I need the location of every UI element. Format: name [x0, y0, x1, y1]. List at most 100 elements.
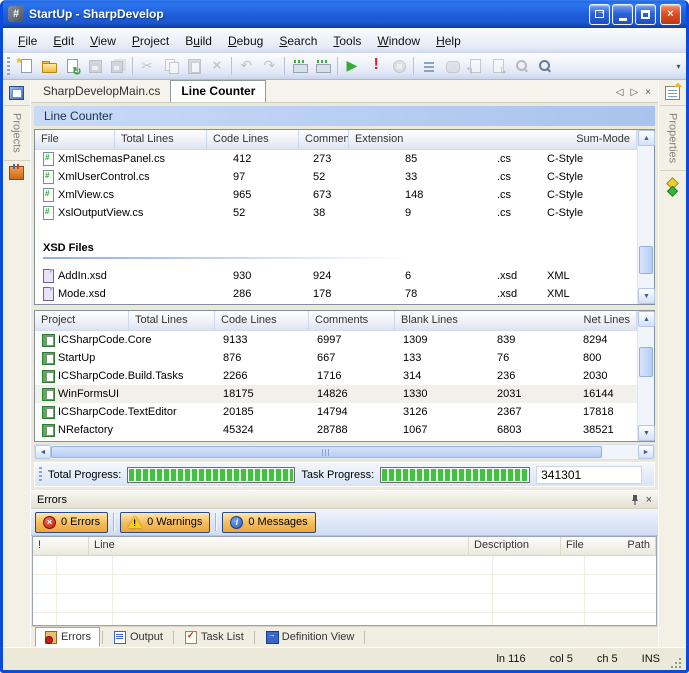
column-header[interactable]: Line [89, 537, 469, 555]
run-button[interactable] [341, 55, 364, 77]
table-row[interactable]: Mode.xsd 286 178 78 .xsd XML [35, 285, 637, 303]
project-icon [41, 369, 55, 383]
main-toolbar: ▾ [3, 53, 686, 80]
table-row[interactable]: StartUp 876 667 133 76 800 [35, 349, 637, 367]
abort-button[interactable] [364, 55, 387, 77]
menu-item[interactable]: Build [178, 31, 219, 51]
tab-output[interactable]: Output [105, 628, 171, 646]
toolbar-separator [284, 57, 285, 75]
menu-item[interactable]: Search [272, 31, 324, 51]
tab-definition-view[interactable]: Definition View [257, 628, 363, 646]
scroll-left-arrow[interactable]: ◄ [35, 445, 51, 459]
column-header[interactable]: Comments [309, 311, 395, 330]
build-solution-button[interactable] [288, 55, 311, 77]
menu-item[interactable]: Tools [326, 31, 368, 51]
horizontal-scrollbar[interactable]: ◄ ► [34, 444, 655, 460]
toolbar-grip[interactable] [7, 57, 10, 75]
reload-file-button[interactable] [60, 55, 83, 77]
scroll-up-arrow[interactable]: ▲ [638, 311, 655, 327]
table-row[interactable]: XslOutputView.cs 52 38 9 .cs C-Style [35, 204, 637, 222]
column-header[interactable]: Comments [299, 130, 349, 149]
menu-item[interactable]: File [11, 31, 44, 51]
warnings-filter-button[interactable]: 0 Warnings [120, 512, 210, 533]
panel-close-icon[interactable]: × [646, 494, 652, 506]
scroll-down-arrow[interactable]: ▼ [638, 288, 655, 304]
column-header[interactable]: File [35, 130, 115, 149]
errors-panel-title: Errors [37, 494, 67, 506]
table-row[interactable]: WinFormsUI 18175 14826 1330 2031 16144 [35, 385, 637, 403]
menu-item[interactable]: Debug [221, 31, 270, 51]
undo-button [235, 55, 258, 77]
column-header[interactable]: File [561, 537, 622, 555]
column-header[interactable]: Total Lines [129, 311, 215, 330]
column-header[interactable]: Description [469, 537, 561, 555]
pin-icon[interactable] [630, 494, 640, 506]
scrollbar-thumb[interactable] [639, 347, 653, 377]
properties-pad-button[interactable] [660, 80, 686, 106]
column-header[interactable]: Blank Lines [395, 311, 578, 330]
column-header[interactable]: Total Lines [115, 130, 207, 149]
column-header[interactable]: Extension [349, 130, 570, 149]
table-row[interactable]: XmlUserControl.cs 97 52 33 .cs C-Style [35, 168, 637, 186]
menu-item[interactable]: View [83, 31, 123, 51]
table-row[interactable]: XmlSchemasPanel.cs 412 273 85 .cs C-Styl… [35, 150, 637, 168]
resize-grip[interactable] [670, 657, 683, 670]
table-row[interactable] [35, 439, 637, 441]
tab-close-button[interactable]: × [645, 87, 651, 98]
scrollbar-thumb[interactable] [51, 446, 602, 458]
tab-line-counter[interactable]: Line Counter [170, 80, 266, 102]
menu-item[interactable]: Edit [46, 31, 81, 51]
error-row [33, 575, 656, 594]
search-button[interactable] [532, 55, 555, 77]
toolbox-pad-button[interactable] [660, 170, 686, 196]
table-row[interactable]: XmlView.cs 965 673 148 .cs C-Style [35, 186, 637, 204]
messages-filter-button[interactable]: i 0 Messages [222, 512, 315, 533]
menu-item[interactable]: Window [370, 31, 427, 51]
tab-sharpdevelopmain[interactable]: SharpDevelopMain.cs [33, 81, 170, 102]
minimize-button[interactable] [612, 4, 633, 25]
redo-icon [262, 58, 278, 74]
scroll-right-arrow[interactable]: ► [638, 445, 654, 459]
tab-errors[interactable]: Errors [35, 627, 100, 647]
projects-pad-button[interactable] [4, 80, 30, 106]
menu-item[interactable]: Project [125, 31, 176, 51]
app-icon: # [8, 6, 24, 22]
column-header[interactable]: Net Lines [578, 311, 637, 330]
tab-scroll-right-button[interactable]: ▷ [630, 87, 638, 98]
toolbar-overflow-button[interactable]: ▾ [673, 55, 684, 77]
errors-filter-button[interactable]: × 0 Errors [35, 512, 108, 533]
projects-pad-label[interactable]: Projects [11, 106, 23, 160]
menu-item[interactable]: Help [429, 31, 468, 51]
column-header[interactable]: Sum-Mode [570, 130, 637, 149]
open-file-button[interactable] [37, 55, 60, 77]
table-row[interactable]: NRefactory 45324 28788 1067 6803 38521 [35, 421, 637, 439]
project-table-scrollbar[interactable]: ▲ ▼ [637, 311, 654, 441]
close-button[interactable]: × [660, 4, 681, 25]
table-row[interactable]: AddIn.xsd 930 924 6 .xsd XML [35, 267, 637, 285]
table-row[interactable]: ICSharpCode.Core 9133 6997 1309 839 8294 [35, 331, 637, 349]
tools-pad-button[interactable] [4, 160, 30, 186]
scroll-up-arrow[interactable]: ▲ [638, 130, 655, 146]
properties-pad-label[interactable]: Properties [667, 106, 679, 170]
maximize-button[interactable] [635, 4, 656, 25]
bookmark-lines-button[interactable] [417, 55, 440, 77]
column-header[interactable]: Code Lines [215, 311, 309, 330]
file-table-scrollbar[interactable]: ▲ ▼ [637, 130, 654, 304]
rebuild-solution-button[interactable] [311, 55, 334, 77]
tab-scroll-left-button[interactable]: ◁ [616, 87, 624, 98]
run-icon [345, 58, 361, 74]
table-row[interactable]: ICSharpCode.Build.Tasks 2266 1716 314 23… [35, 367, 637, 385]
toolbar-separator [215, 513, 217, 531]
column-header[interactable]: Path [622, 537, 656, 555]
tab-task-list[interactable]: Task List [176, 628, 252, 646]
new-file-button[interactable] [14, 55, 37, 77]
table-row[interactable]: ICSharpCode.TextEditor 20185 14794 3126 … [35, 403, 637, 421]
column-header[interactable]: Code Lines [207, 130, 299, 149]
window-float-button[interactable] [589, 4, 610, 25]
warning-icon [128, 516, 142, 528]
column-header[interactable]: ! [33, 537, 89, 555]
scrollbar-thumb[interactable] [639, 246, 653, 274]
progress-grip[interactable] [39, 467, 42, 483]
scroll-down-arrow[interactable]: ▼ [638, 425, 655, 441]
column-header[interactable]: Project [35, 311, 129, 330]
